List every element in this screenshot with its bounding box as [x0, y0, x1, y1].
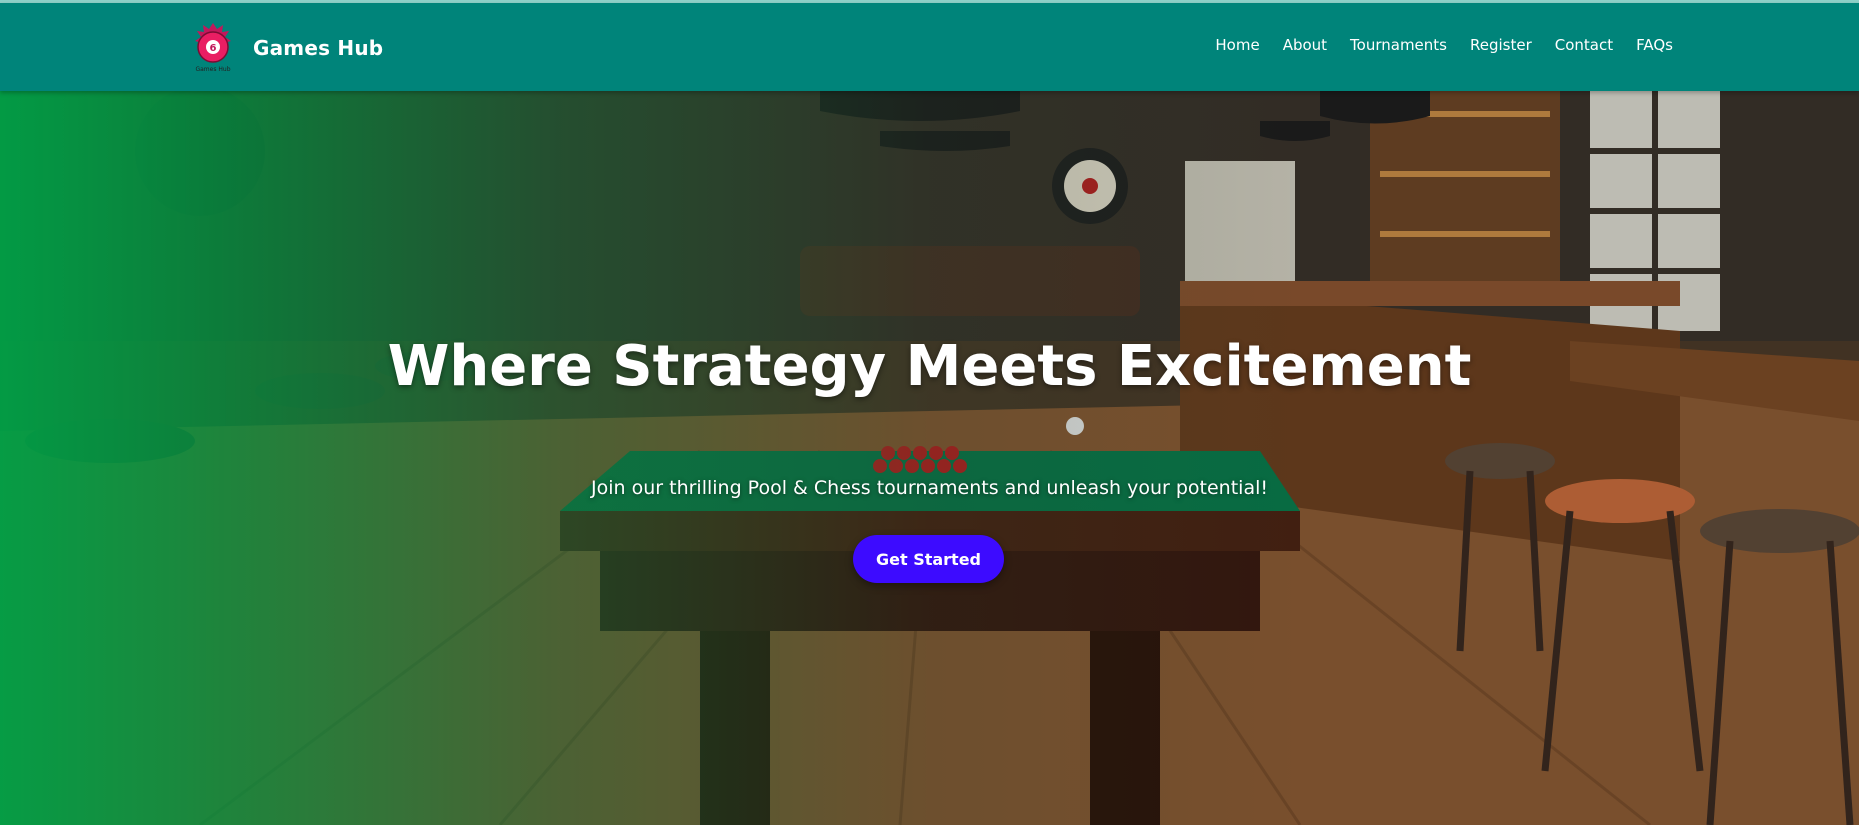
hero-content: Where Strategy Meets Excitement Join our… — [0, 91, 1859, 825]
brand-name: Games Hub — [253, 36, 384, 60]
svg-text:6: 6 — [210, 43, 217, 54]
pool-ball-logo-icon: 6 Games Hub — [195, 23, 231, 73]
hero-title: Where Strategy Meets Excitement — [387, 334, 1472, 399]
get-started-button[interactable]: Get Started — [853, 535, 1004, 583]
main-nav: Home About Tournaments Register Contact … — [1192, 36, 1673, 54]
hero-subtitle: Join our thrilling Pool & Chess tourname… — [591, 477, 1268, 499]
hero-section: Where Strategy Meets Excitement Join our… — [0, 91, 1859, 825]
nav-tournaments[interactable]: Tournaments — [1350, 36, 1447, 54]
nav-register[interactable]: Register — [1470, 36, 1532, 54]
brand-link[interactable]: 6 Games Hub Games Hub — [193, 21, 383, 75]
nav-contact[interactable]: Contact — [1555, 36, 1613, 54]
nav-about[interactable]: About — [1283, 36, 1327, 54]
logo-text: Games Hub — [195, 66, 230, 73]
nav-faqs[interactable]: FAQs — [1636, 36, 1673, 54]
nav-home[interactable]: Home — [1215, 36, 1259, 54]
navbar: 6 Games Hub Games Hub Home About Tournam… — [0, 3, 1859, 91]
